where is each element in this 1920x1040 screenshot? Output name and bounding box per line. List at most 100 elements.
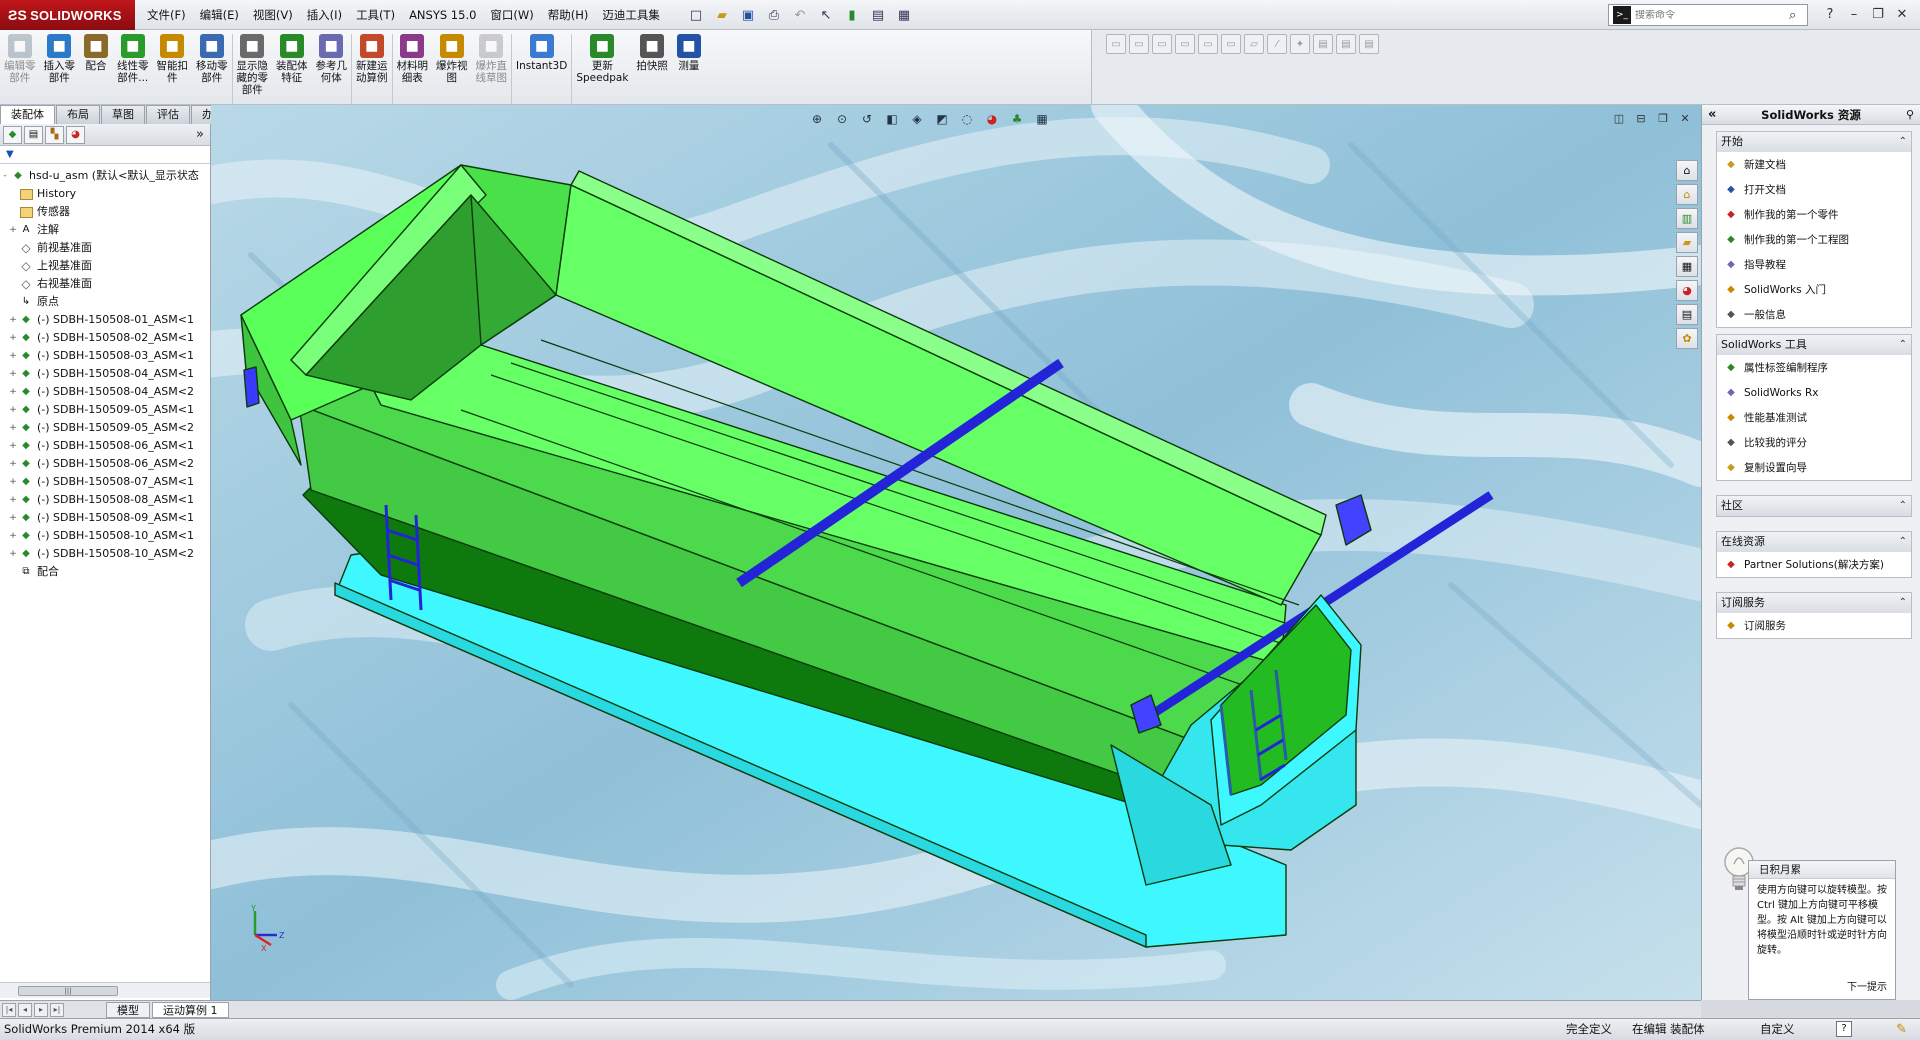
close-icon[interactable]: ✕ xyxy=(1892,4,1912,24)
viewport-split-icon[interactable]: ⊟ xyxy=(1633,111,1649,125)
toolbar-button[interactable]: ■ 更新 Speedpak xyxy=(571,34,632,104)
search-input[interactable] xyxy=(1635,9,1789,21)
resource-link[interactable]: ◆ 打开文档 xyxy=(1717,177,1911,202)
unit-system[interactable]: 自定义 xyxy=(1760,1019,1795,1040)
tree-item[interactable]: + ◆ (-) SDBH-150508-10_ASM<2 xyxy=(0,545,210,563)
quick-tips-icon[interactable]: ✎ xyxy=(1896,1019,1907,1040)
expand-toggle[interactable]: + xyxy=(8,491,18,509)
tree-item[interactable]: ◇ 前视基准面 xyxy=(0,239,210,257)
rebuild-icon[interactable]: ▮ xyxy=(841,4,863,26)
first-tab-icon[interactable]: |◂ xyxy=(2,1002,16,1017)
next-tab-icon[interactable]: ▸ xyxy=(34,1002,48,1017)
toolbar-button[interactable]: ■ 爆炸直 线草图 xyxy=(472,34,512,104)
toolbar-button[interactable]: ■ 新建运 动算例 xyxy=(351,34,392,104)
display-manager-icon[interactable]: ◕ xyxy=(66,125,85,144)
expand-toggle[interactable]: + xyxy=(8,437,18,455)
expand-toggle[interactable]: + xyxy=(8,347,18,365)
expand-panel-icon[interactable]: » xyxy=(196,127,204,142)
resource-link[interactable]: ◆ SolidWorks Rx xyxy=(1717,380,1911,405)
tree-item[interactable]: + ◆ (-) SDBH-150508-07_ASM<1 xyxy=(0,473,210,491)
model-tab-1[interactable]: 运动算例 1 xyxy=(152,1001,229,1018)
tree-item[interactable]: + ◆ (-) SDBH-150508-06_ASM<2 xyxy=(0,455,210,473)
viewport-restore-icon[interactable]: ❐ xyxy=(1655,111,1671,125)
zoom-to-fit-icon[interactable]: ⊕ xyxy=(806,109,828,129)
solidworks-forum-icon[interactable]: ✿ xyxy=(1676,328,1698,349)
menu-item[interactable]: ANSYS 15.0 xyxy=(402,0,483,30)
tree-item[interactable]: + ◆ (-) SDBH-150509-05_ASM<2 xyxy=(0,419,210,437)
tab-2[interactable]: 草图 xyxy=(101,105,145,124)
tree-item[interactable]: 传感器 xyxy=(0,203,210,221)
last-tab-icon[interactable]: ▸| xyxy=(50,1002,64,1017)
tree-item[interactable]: + ◆ (-) SDBH-150508-08_ASM<1 xyxy=(0,491,210,509)
toolbar-button[interactable]: ■ 配合 xyxy=(79,34,113,104)
view-settings-icon[interactable]: ▦ xyxy=(1031,109,1053,129)
resource-link[interactable]: ◆ 属性标签编制程序 xyxy=(1717,355,1911,380)
tree-item[interactable]: + ◆ (-) SDBH-150508-09_ASM<1 xyxy=(0,509,210,527)
tree-item[interactable]: + A 注解 xyxy=(0,221,210,239)
menu-item[interactable]: 窗口(W) xyxy=(483,0,540,30)
prev-tab-icon[interactable]: ◂ xyxy=(18,1002,32,1017)
chevron-up-icon[interactable]: ⌃ xyxy=(1899,532,1907,552)
menu-item[interactable]: 迈迪工具集 xyxy=(595,0,667,30)
expand-toggle[interactable]: + xyxy=(8,545,18,563)
sketch-tool-icon[interactable]: ⁄ xyxy=(1267,34,1287,54)
resource-group-header[interactable]: 社区 ⌃ xyxy=(1717,496,1911,516)
undo-icon[interactable]: ↶ xyxy=(789,4,811,26)
toolbar-button[interactable]: ■ 插入零 部件 xyxy=(40,34,80,104)
previous-view-icon[interactable]: ↺ xyxy=(856,109,878,129)
tree-item[interactable]: + ◆ (-) SDBH-150508-03_ASM<1 xyxy=(0,347,210,365)
toolbar-button[interactable]: ■ 装配体 特征 xyxy=(272,34,312,104)
file-explorer-icon[interactable]: ▰ xyxy=(1676,232,1698,253)
expand-toggle[interactable]: + xyxy=(8,509,18,527)
section-view-icon[interactable]: ◧ xyxy=(881,109,903,129)
resource-link[interactable]: ◆ 制作我的第一个工程图 xyxy=(1717,227,1911,252)
toolbar-button[interactable]: ■ 爆炸视 图 xyxy=(432,34,472,104)
expand-toggle[interactable]: + xyxy=(8,419,18,437)
resource-link[interactable]: ◆ 性能基准测试 xyxy=(1717,405,1911,430)
scrollbar-thumb[interactable]: ||| xyxy=(18,986,118,996)
resources-tab-icon[interactable]: ⌂ xyxy=(1676,160,1698,181)
tab-3[interactable]: 评估 xyxy=(146,105,190,124)
menu-item[interactable]: 文件(F) xyxy=(140,0,193,30)
toolbar-button[interactable]: ■ 测量 xyxy=(672,34,706,104)
horizontal-scrollbar[interactable]: ||| xyxy=(0,982,210,998)
tree-item[interactable]: ◇ 上视基准面 xyxy=(0,257,210,275)
resource-link[interactable]: ◆ 指导教程 xyxy=(1717,252,1911,277)
options-icon[interactable]: ▦ xyxy=(893,4,915,26)
menu-item[interactable]: 编辑(E) xyxy=(193,0,246,30)
expand-toggle[interactable]: + xyxy=(8,473,18,491)
resource-link[interactable]: ◆ 一般信息 xyxy=(1717,302,1911,327)
expand-toggle[interactable]: + xyxy=(8,221,18,239)
sketch-tool-icon[interactable]: ▭ xyxy=(1129,34,1149,54)
print-icon[interactable]: ⎙ xyxy=(763,4,785,26)
custom-properties-icon[interactable]: ▤ xyxy=(1676,304,1698,325)
expand-toggle[interactable]: + xyxy=(8,365,18,383)
graphics-area[interactable]: ⊕ ⊙ ↺ ◧ ◈ ◩ ◌ ◕ ♣ ▦ ◫ ⊟ ❐ ✕ Y Z X xyxy=(211,105,1701,1000)
chevron-up-icon[interactable]: ⌃ xyxy=(1899,132,1907,152)
expand-toggle[interactable]: + xyxy=(8,527,18,545)
tree-item[interactable]: ⧉ 配合 xyxy=(0,563,210,581)
tree-filter[interactable]: ▼ xyxy=(0,146,210,164)
resource-link[interactable]: ◆ Partner Solutions(解决方案) xyxy=(1717,552,1911,577)
appearances-icon[interactable]: ◕ xyxy=(1676,280,1698,301)
sketch-tool-icon[interactable]: ▭ xyxy=(1221,34,1241,54)
collapse-task-pane-icon[interactable]: « xyxy=(1708,105,1716,125)
toolbar-button[interactable]: ■ 移动零 部件 xyxy=(192,34,232,104)
display-style-icon[interactable]: ◩ xyxy=(931,109,953,129)
property-manager-icon[interactable]: ▤ xyxy=(24,125,43,144)
expand-toggle[interactable]: + xyxy=(8,455,18,473)
tab-1[interactable]: 布局 xyxy=(56,105,100,124)
zoom-area-icon[interactable]: ⊙ xyxy=(831,109,853,129)
resource-link[interactable]: ◆ SolidWorks 入门 xyxy=(1717,277,1911,302)
chevron-up-icon[interactable]: ⌃ xyxy=(1899,593,1907,613)
sketch-tool-icon[interactable]: ▱ xyxy=(1244,34,1264,54)
pin-icon[interactable]: ⚲ xyxy=(1906,105,1914,125)
tree-item[interactable]: History xyxy=(0,185,210,203)
tree-item[interactable]: ↳ 原点 xyxy=(0,293,210,311)
sketch-tool-icon[interactable]: ▭ xyxy=(1152,34,1172,54)
toolbar-button[interactable]: ■ 参考几 何体 xyxy=(312,34,352,104)
select-icon[interactable]: ↖ xyxy=(815,4,837,26)
tree-item[interactable]: + ◆ (-) SDBH-150508-10_ASM<1 xyxy=(0,527,210,545)
toolbar-button[interactable]: ■ 编辑零 部件 xyxy=(0,34,40,104)
tree-item[interactable]: ◇ 右视基准面 xyxy=(0,275,210,293)
